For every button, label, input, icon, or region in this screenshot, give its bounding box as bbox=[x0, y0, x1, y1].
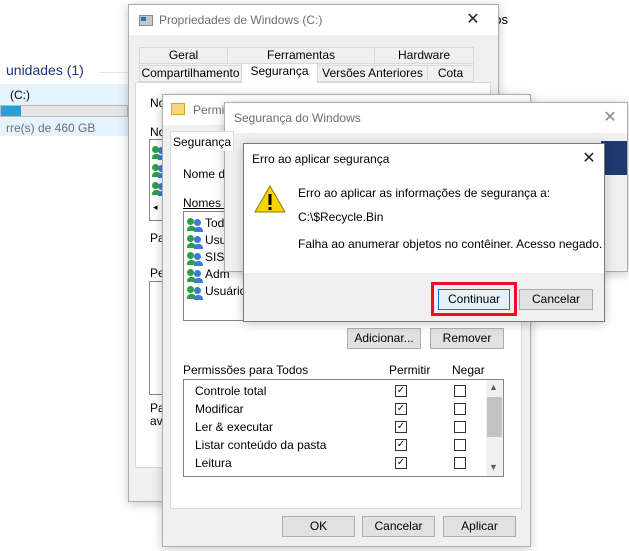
permissions-scrollbar[interactable]: ▲ ▼ bbox=[486, 380, 503, 476]
properties-title: Propriedades de Windows (C:) bbox=[159, 13, 323, 27]
explorer-section-divider bbox=[100, 72, 128, 73]
properties-titlebar[interactable]: Propriedades de Windows (C:) ✕ bbox=[129, 5, 498, 35]
error-message: Erro ao aplicar as informações de segura… bbox=[298, 186, 551, 200]
error-detail: Falha ao anumerar objetos no contêiner. … bbox=[298, 237, 603, 251]
deny-checkbox[interactable] bbox=[454, 421, 466, 433]
permission-row: Leitura ✓ bbox=[184, 454, 484, 472]
deny-checkbox[interactable] bbox=[454, 457, 466, 469]
user-group-icon bbox=[187, 234, 203, 249]
deny-checkbox[interactable] bbox=[454, 439, 466, 451]
tab-seguranca-permissions[interactable]: Segurança bbox=[170, 131, 234, 151]
drive-usage-bar bbox=[0, 105, 128, 117]
permission-row: Ler & executar ✓ bbox=[184, 418, 484, 436]
error-path: C:\$Recycle.Bin bbox=[298, 210, 384, 224]
deny-checkbox[interactable] bbox=[454, 403, 466, 415]
scroll-thumb[interactable] bbox=[487, 397, 502, 437]
close-icon[interactable]: ✕ bbox=[599, 107, 621, 129]
user-list-item[interactable]: Usuário bbox=[187, 283, 246, 300]
permission-row: Controle total ✓ bbox=[184, 382, 484, 400]
tab-cota[interactable]: Cota bbox=[427, 65, 474, 82]
apply-button[interactable]: Aplicar bbox=[443, 516, 516, 537]
tab-versoes-anteriores[interactable]: Versões Anteriores bbox=[317, 65, 428, 82]
error-dialog-titlebar[interactable]: Erro ao aplicar segurança ✕ bbox=[244, 144, 604, 174]
deny-checkbox[interactable] bbox=[454, 385, 466, 397]
user-group-icon bbox=[187, 217, 203, 232]
scroll-left-icon[interactable]: ◂ bbox=[153, 202, 158, 213]
user-name: Usuário bbox=[205, 284, 247, 298]
permission-name: Ler & executar bbox=[195, 420, 274, 434]
close-icon[interactable]: ✕ bbox=[578, 148, 600, 170]
drive-icon bbox=[139, 15, 153, 26]
drive-usage-fill bbox=[1, 106, 22, 116]
windows-security-titlebar[interactable]: Segurança do Windows ✕ bbox=[225, 103, 627, 133]
ok-button[interactable]: OK bbox=[282, 516, 355, 537]
permission-name: Controle total bbox=[195, 384, 267, 398]
permission-name: Leitura bbox=[195, 456, 232, 470]
tab-ferramentas[interactable]: Ferramentas bbox=[227, 47, 375, 64]
deny-column-header: Negar bbox=[452, 363, 485, 377]
allow-column-header: Permitir bbox=[389, 363, 431, 377]
allow-checkbox[interactable]: ✓ bbox=[395, 439, 407, 451]
user-group-icon bbox=[187, 285, 203, 300]
permission-row: Modificar ✓ bbox=[184, 400, 484, 418]
add-button[interactable]: Adicionar... bbox=[347, 328, 421, 349]
permissions-list: Controle total ✓ Modificar ✓ Ler & executar ✓… bbox=[183, 379, 504, 477]
tab-seguranca[interactable]: Segurança bbox=[241, 63, 318, 83]
warning-icon bbox=[254, 184, 286, 213]
permission-name: Modificar bbox=[195, 402, 244, 416]
continue-button[interactable]: Continuar bbox=[438, 289, 510, 310]
folder-icon bbox=[171, 103, 185, 115]
allow-checkbox[interactable]: ✓ bbox=[395, 421, 407, 433]
user-group-icon bbox=[187, 268, 203, 283]
scroll-up-icon[interactable]: ▲ bbox=[489, 382, 498, 392]
allow-checkbox[interactable]: ✓ bbox=[395, 457, 407, 469]
tab-compartilhamento[interactable]: Compartilhamento bbox=[139, 65, 242, 82]
permission-row: Listar conteúdo da pasta ✓ bbox=[184, 436, 484, 454]
drive-free-space: rre(s) de 460 GB bbox=[6, 121, 96, 135]
windows-security-title: Segurança do Windows bbox=[234, 111, 361, 125]
error-dialog: Erro ao aplicar segurança ✕ Erro ao apli… bbox=[243, 143, 605, 322]
allow-checkbox[interactable]: ✓ bbox=[395, 385, 407, 397]
permissions-for-label: Permissões para Todos bbox=[183, 363, 309, 377]
tab-hardware[interactable]: Hardware bbox=[374, 47, 474, 64]
permission-name: Listar conteúdo da pasta bbox=[195, 438, 327, 452]
explorer-section-title[interactable]: unidades (1) bbox=[6, 62, 84, 78]
user-group-icon bbox=[187, 251, 203, 266]
allow-checkbox[interactable]: ✓ bbox=[395, 403, 407, 415]
tab-geral[interactable]: Geral bbox=[139, 47, 228, 64]
close-icon[interactable]: ✕ bbox=[462, 9, 484, 31]
error-cancel-button[interactable]: Cancelar bbox=[519, 289, 593, 310]
drive-item[interactable]: (C:) rre(s) de 460 GB bbox=[0, 84, 128, 136]
remove-button[interactable]: Remover bbox=[430, 328, 504, 349]
scroll-down-icon[interactable]: ▼ bbox=[489, 462, 498, 472]
error-dialog-title: Erro ao aplicar segurança bbox=[252, 152, 390, 166]
cancel-button[interactable]: Cancelar bbox=[362, 516, 435, 537]
drive-label: (C:) bbox=[10, 88, 30, 102]
